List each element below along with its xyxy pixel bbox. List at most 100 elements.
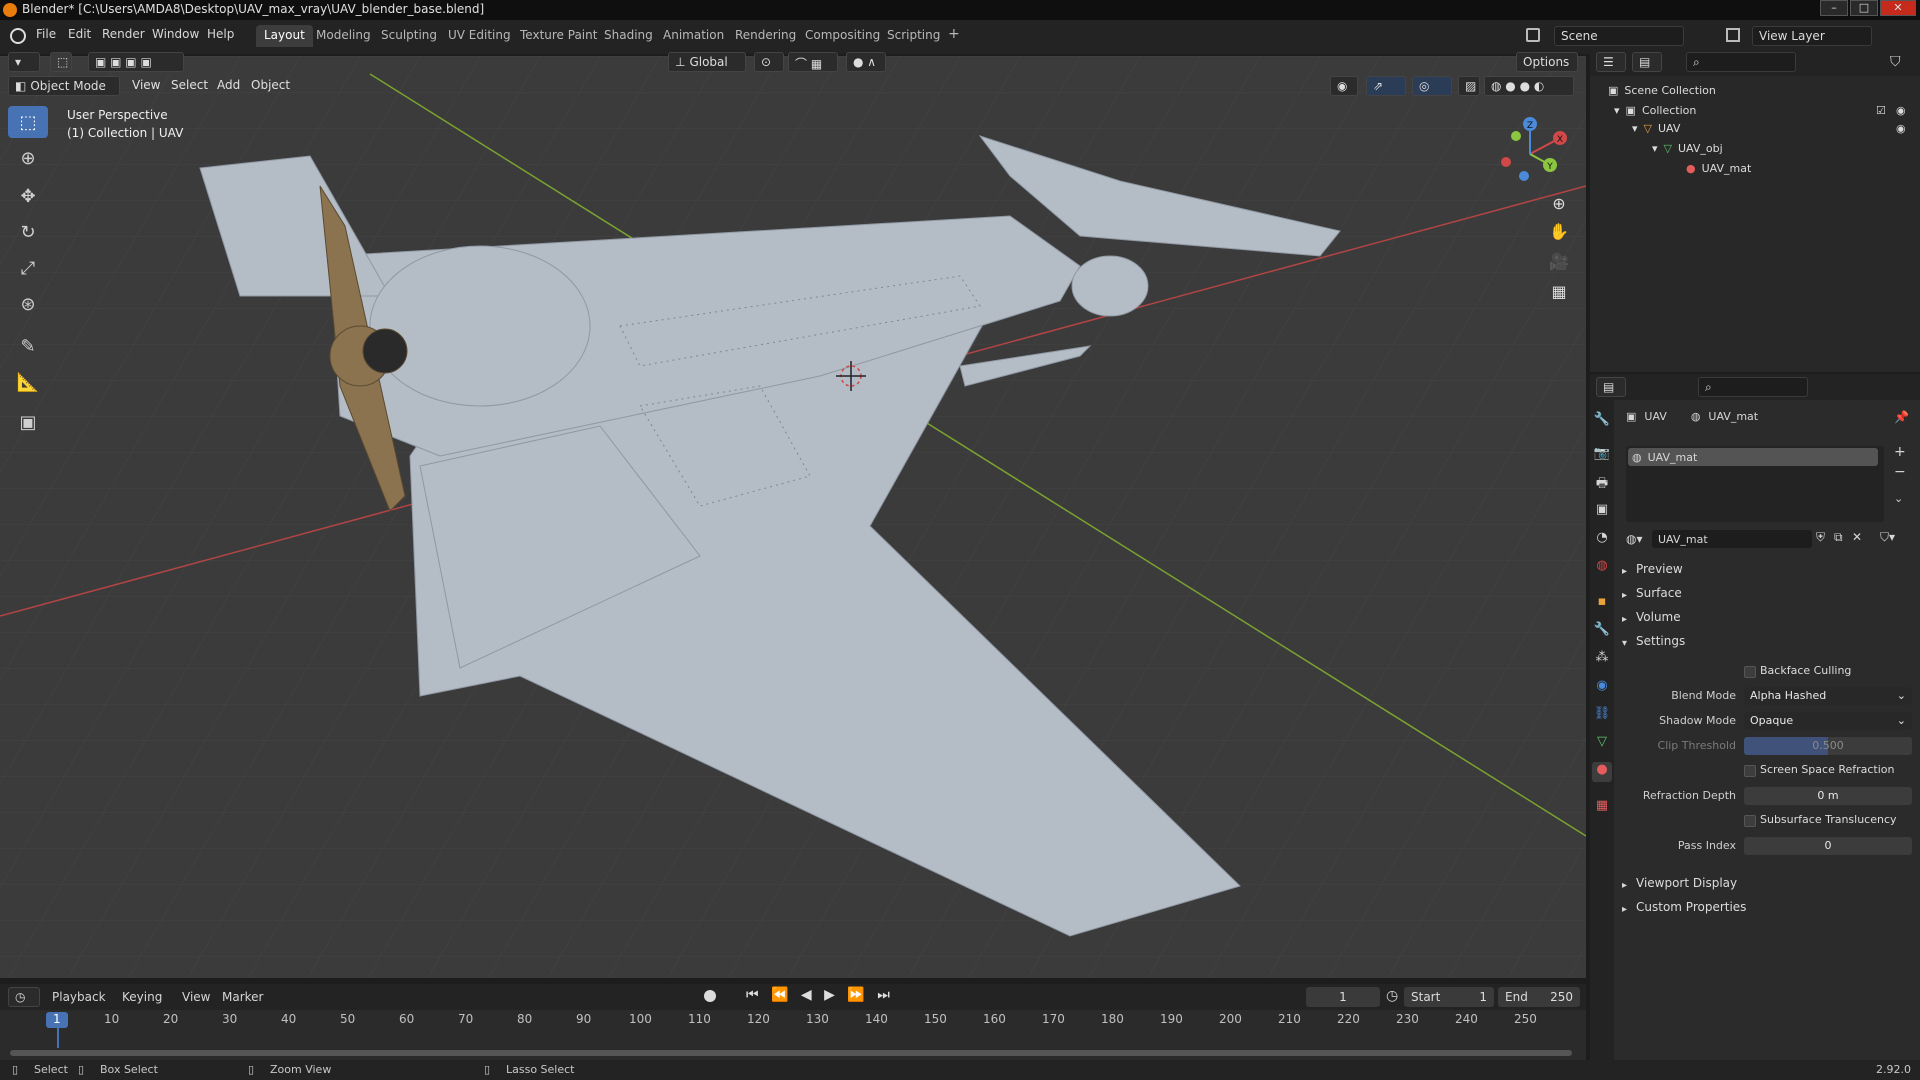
output-tab-icon[interactable]: 🖶 [1592,474,1612,494]
timeline-scrollbar[interactable] [10,1050,1572,1056]
move-tool-icon[interactable]: ✥ [8,180,48,212]
start-frame-field[interactable]: Start 1 [1404,987,1494,1007]
playback-controls[interactable]: ⏮ ⏪ ◀ ▶ ⏩ ⏭ [746,987,894,1003]
menu-render[interactable]: Render [102,27,145,41]
add-workspace-button[interactable]: + [942,25,966,47]
timeline-menu-view[interactable]: View [182,990,210,1004]
tab-uv-editing[interactable]: UV Editing [440,25,519,47]
scale-tool-icon[interactable]: ⤢ [8,252,48,284]
snap-button[interactable]: ⌒ ▦ [788,52,838,72]
tab-compositing[interactable]: Compositing [797,25,888,47]
timeline-editor-type-button[interactable]: ◷ [8,987,40,1007]
viewport-menu-object[interactable]: Object [251,78,290,92]
material-slot-item[interactable]: ◍ UAV_mat [1628,448,1878,466]
link-dropdown-icon[interactable]: ⛉▾ [1880,530,1895,545]
scene-selector[interactable]: Scene [1554,26,1684,46]
menu-edit[interactable]: Edit [68,27,91,41]
object-mode-dropdown[interactable]: ◧ Object Mode [8,76,120,96]
camera-view-icon[interactable]: 🎥 [1546,252,1572,278]
pin-icon[interactable]: 📌 [1894,410,1909,424]
outliner-editor-type-button[interactable]: ☰ [1596,52,1626,72]
proportional-editing-button[interactable]: ● ∧ [846,52,886,72]
timeline-menu-marker[interactable]: Marker [222,990,263,1004]
screen-space-refraction-checkbox[interactable] [1744,765,1756,777]
shading-modes-group[interactable]: ◍ ● ● ◐ [1484,76,1574,96]
object-tab-icon[interactable]: ▪ [1592,594,1612,614]
visibility-button[interactable]: ◉ [1330,76,1358,96]
tab-scripting[interactable]: Scripting [879,25,948,47]
panel-viewport-display[interactable]: Viewport Display [1636,876,1737,890]
annotate-tool-icon[interactable]: ✎ [8,330,48,362]
duplicate-material-icon[interactable]: ⧉ [1834,530,1843,545]
outliner-search-input[interactable]: ⌕ [1686,52,1796,72]
viewport-menu-view[interactable]: View [132,78,160,92]
subsurface-translucency-checkbox[interactable] [1744,815,1756,827]
outliner-row-uav-obj[interactable]: ▾ ▽ UAV_obj [1652,138,1723,158]
material-browse-button[interactable]: ◍▾ [1626,530,1652,548]
backface-culling-checkbox[interactable] [1744,666,1756,678]
minimize-button[interactable]: – [1820,0,1848,16]
end-frame-field[interactable]: End 250 [1498,987,1580,1007]
view-layer-selector[interactable]: View Layer [1752,26,1872,46]
refraction-depth-field[interactable]: 0 m [1744,787,1912,805]
outliner-row-scene-collection[interactable]: ▣ Scene Collection [1608,80,1716,100]
outliner-row-uav-mat[interactable]: ● UAV_mat [1686,158,1751,178]
select-mode-button[interactable]: ⬚ [50,52,72,72]
transform-orientation-dropdown[interactable]: ⊥ Global [668,52,746,72]
properties-search-input[interactable]: ⌕ [1698,377,1808,397]
menu-file[interactable]: File [36,27,56,41]
panel-preview[interactable]: Preview [1636,562,1683,576]
record-button[interactable] [704,990,716,1002]
tab-sculpting[interactable]: Sculpting [373,25,445,47]
tab-layout[interactable]: Layout [256,25,313,47]
pass-index-field[interactable]: 0 [1744,837,1912,855]
world-tab-icon[interactable]: ◍ [1592,558,1612,578]
tool-tab-icon[interactable]: 🔧 [1592,412,1612,432]
add-cube-tool-icon[interactable]: ▣ [8,406,48,438]
pivot-point-button[interactable]: ⊙ [754,52,784,72]
zoom-icon[interactable]: ⊕ [1546,194,1572,220]
blender-menu-icon[interactable] [10,28,26,44]
overlays-toggle-button[interactable]: ◎ [1412,76,1452,96]
outliner-row-collection[interactable]: ▾ ▣ Collection ☑ ◉ [1614,100,1914,120]
3d-viewport[interactable] [0,56,1586,978]
preview-range-clock-icon[interactable]: ◷ [1386,988,1398,1004]
pan-hand-icon[interactable]: ✋ [1546,222,1572,248]
viewport-menu-add[interactable]: Add [217,78,240,92]
view-layer-tab-icon[interactable]: ▣ [1592,502,1612,522]
exclude-checkbox-icon[interactable]: ☑ [1876,104,1886,117]
panel-surface[interactable]: Surface [1636,586,1682,600]
timeline-menu-playback[interactable]: Playback [52,990,106,1004]
material-name-field[interactable]: UAV_mat [1652,530,1812,548]
options-button[interactable]: Options [1516,52,1578,72]
close-button[interactable]: ✕ [1880,0,1916,16]
remove-slot-button[interactable]: − [1894,464,1906,480]
material-tab-icon[interactable]: ● [1592,762,1612,782]
tab-shading[interactable]: Shading [596,25,661,47]
timeline-menu-keying[interactable]: Keying [122,990,162,1004]
measure-tool-icon[interactable]: 📐 [8,366,48,398]
scene-tab-icon[interactable]: ◔ [1592,530,1612,550]
tab-texture-paint[interactable]: Texture Paint [512,25,605,47]
tab-animation[interactable]: Animation [655,25,732,47]
tab-modeling[interactable]: Modeling [308,25,379,47]
slot-specials-chevron-icon[interactable]: ⌄ [1894,492,1903,505]
visibility-eye-icon[interactable]: ◉ [1896,122,1906,135]
navigation-gizmo[interactable]: X Y Z [1490,114,1570,194]
add-slot-button[interactable]: + [1894,444,1906,460]
rotate-tool-icon[interactable]: ↻ [8,216,48,248]
maximize-button[interactable]: □ [1850,0,1878,16]
outliner-filter-icon[interactable]: ⛉ [1890,54,1901,70]
fake-user-shield-icon[interactable]: ⛨ [1816,530,1825,545]
selection-modes-group[interactable]: ▣ ▣ ▣ ▣ [88,52,184,72]
outliner-row-uav[interactable]: ▾ ▽ UAV ◉ [1632,118,1914,138]
select-box-tool-icon[interactable]: ⬚ [8,106,48,138]
particles-tab-icon[interactable]: ⁂ [1592,650,1612,670]
menu-window[interactable]: Window [152,27,199,41]
unlink-material-icon[interactable]: ✕ [1852,530,1862,544]
modifier-tab-icon[interactable]: 🔧 [1592,622,1612,642]
tab-rendering[interactable]: Rendering [727,25,804,47]
shadow-mode-dropdown[interactable]: Opaque ⌄ [1744,712,1912,730]
transform-tool-icon[interactable]: ⊛ [8,288,48,320]
cursor-tool-icon[interactable]: ⊕ [8,142,48,174]
